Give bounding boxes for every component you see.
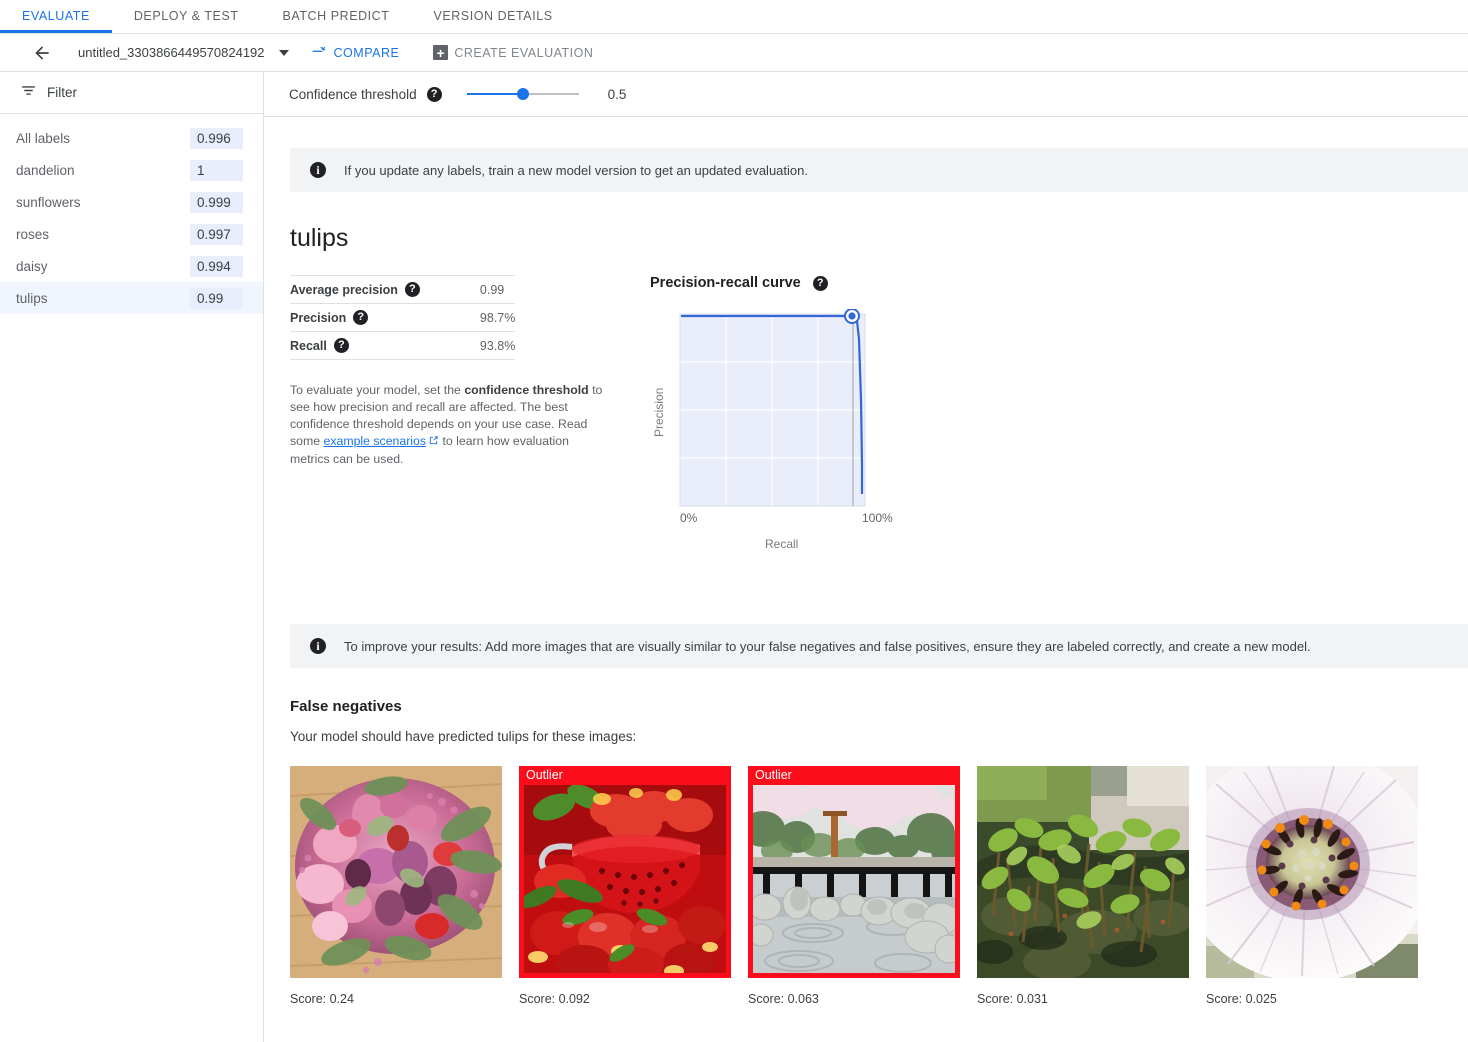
false-negatives-gallery: Score: 0.24 Outlier Score: 0.092 Outlier… bbox=[290, 766, 1468, 1006]
external-link-icon[interactable] bbox=[428, 434, 439, 451]
tab-evaluate-label: EVALUATE bbox=[22, 9, 90, 23]
help-icon[interactable]: ? bbox=[333, 338, 349, 353]
metrics-column: Average precision ? 0.99 Precision ? 98.… bbox=[290, 275, 610, 599]
thumbnail-image bbox=[977, 766, 1189, 978]
help-icon[interactable]: ? bbox=[353, 310, 369, 325]
thumbnail-score: Score: 0.031 bbox=[977, 992, 1048, 1006]
metric-label-text: Average precision bbox=[290, 282, 398, 297]
improve-results-banner-text: To improve your results: Add more images… bbox=[344, 638, 1311, 654]
list-item: Outlier bbox=[748, 766, 960, 1006]
tab-batch-predict[interactable]: BATCH PREDICT bbox=[261, 0, 412, 33]
chart-header: Precision-recall curve ? bbox=[650, 275, 930, 291]
confidence-threshold-slider[interactable] bbox=[466, 86, 579, 102]
model-name: untitled_3303866449570824192 bbox=[78, 45, 265, 60]
thumbnail-white-daisy-macro-photo[interactable] bbox=[1206, 766, 1418, 978]
tab-version-details-label: VERSION DETAILS bbox=[433, 9, 553, 23]
thumbnail-pink-tulip-bouquet-photo[interactable] bbox=[290, 766, 502, 978]
thumbnail-image bbox=[290, 766, 502, 978]
improve-results-banner: i To improve your results: Add more imag… bbox=[290, 624, 1468, 668]
create-evaluation-button[interactable]: + CREATE EVALUATION bbox=[433, 45, 593, 60]
info-icon: i bbox=[310, 162, 326, 178]
metrics-help-description: To evaluate your model, set the confiden… bbox=[290, 382, 608, 468]
confidence-threshold-bar: Confidence threshold ? 0.5 bbox=[264, 72, 1468, 117]
list-item: Score: 0.031 bbox=[977, 766, 1189, 1006]
top-tab-bar: EVALUATE DEPLOY & TEST BATCH PREDICT VER… bbox=[0, 0, 1468, 34]
metric-label-cell: Recall ? bbox=[290, 332, 420, 360]
metric-label-cell: Precision ? bbox=[290, 304, 420, 332]
confidence-threshold-label: Confidence threshold bbox=[289, 86, 417, 102]
compare-label: COMPARE bbox=[333, 45, 400, 60]
thumbnail-image bbox=[753, 785, 955, 973]
list-item: Outlier bbox=[519, 766, 731, 1006]
info-icon: i bbox=[310, 638, 326, 654]
metric-label-text: Precision bbox=[290, 310, 347, 325]
content-overlay: i If you update any labels, train a new … bbox=[0, 118, 1468, 1006]
compare-button[interactable]: COMPARE bbox=[311, 43, 400, 63]
thumbnail-strawberries-in-red-colander-photo[interactable]: Outlier bbox=[519, 766, 731, 978]
list-item: Score: 0.025 bbox=[1206, 766, 1418, 1006]
thumbnail-image bbox=[524, 785, 726, 973]
help-icon[interactable]: ? bbox=[426, 86, 442, 102]
thumbnail-score: Score: 0.24 bbox=[290, 992, 354, 1006]
precision-recall-chart: Precision-recall curve ? Precision 0% 10… bbox=[640, 275, 930, 599]
thumbnail-japanese-garden-stone-pond-photo[interactable]: Outlier bbox=[748, 766, 960, 978]
chart-x-axis-label: Recall bbox=[765, 537, 799, 551]
example-scenarios-link[interactable]: example scenarios bbox=[324, 434, 427, 448]
metric-label-text: Recall bbox=[290, 338, 327, 353]
table-row: Average precision ? 0.99 bbox=[290, 275, 516, 304]
metric-value-cell: 93.8% bbox=[479, 338, 516, 353]
thumbnail-score: Score: 0.025 bbox=[1206, 992, 1277, 1006]
slider-fill bbox=[466, 93, 523, 95]
metric-label-cell: Average precision ? bbox=[290, 276, 420, 304]
list-item: Score: 0.24 bbox=[290, 766, 502, 1006]
confidence-threshold-value: 0.5 bbox=[607, 86, 627, 102]
metric-value-cell: 98.7% bbox=[479, 310, 516, 325]
tab-evaluate[interactable]: EVALUATE bbox=[0, 0, 112, 33]
help-text-1: To evaluate your model, set the bbox=[290, 383, 465, 397]
thumbnail-green-plants-on-mossy-rock-photo[interactable] bbox=[977, 766, 1189, 978]
filter-label: Filter bbox=[47, 85, 77, 100]
compare-icon bbox=[311, 43, 328, 63]
help-bold-text: confidence threshold bbox=[464, 383, 589, 397]
table-row: Precision ? 98.7% bbox=[290, 303, 516, 332]
outlier-badge: Outlier bbox=[755, 768, 792, 782]
chart-plot-area: Precision 0% 100% Recall bbox=[640, 309, 930, 599]
arrow-left-icon[interactable] bbox=[30, 41, 54, 65]
help-icon[interactable]: ? bbox=[404, 282, 420, 297]
metrics-table: Average precision ? 0.99 Precision ? 98.… bbox=[290, 275, 516, 360]
chart-title: Precision-recall curve bbox=[650, 275, 801, 291]
chart-xtick-min: 0% bbox=[680, 511, 698, 525]
false-negatives-subtitle: Your model should have predicted tulips … bbox=[290, 729, 637, 744]
tab-version-details[interactable]: VERSION DETAILS bbox=[411, 0, 574, 33]
update-labels-banner-text: If you update any labels, train a new mo… bbox=[344, 162, 808, 178]
thumbnail-score: Score: 0.092 bbox=[519, 992, 590, 1006]
table-row: Recall ? 93.8% bbox=[290, 331, 516, 360]
metric-value-cell: 0.99 bbox=[479, 282, 505, 297]
chevron-down-icon[interactable] bbox=[278, 49, 289, 56]
false-negatives-title: False negatives bbox=[290, 698, 402, 715]
tab-deploy-test-label: DEPLOY & TEST bbox=[133, 9, 239, 23]
action-bar: untitled_3303866449570824192 COMPARE + C… bbox=[0, 34, 1468, 72]
filter-button[interactable]: Filter bbox=[0, 72, 263, 114]
page-title: tulips bbox=[290, 224, 349, 252]
outlier-badge: Outlier bbox=[526, 768, 563, 782]
update-labels-banner: i If you update any labels, train a new … bbox=[290, 148, 1468, 192]
create-evaluation-label: CREATE EVALUATION bbox=[454, 45, 594, 60]
help-icon[interactable]: ? bbox=[812, 275, 828, 291]
slider-thumb[interactable] bbox=[516, 88, 529, 100]
thumbnail-score: Score: 0.063 bbox=[748, 992, 819, 1006]
metrics-and-chart: Average precision ? 0.99 Precision ? 98.… bbox=[290, 275, 1468, 599]
tab-deploy-test[interactable]: DEPLOY & TEST bbox=[112, 0, 261, 33]
filter-icon bbox=[20, 82, 37, 104]
pr-curve-svg bbox=[679, 309, 866, 507]
chart-xtick-max: 100% bbox=[862, 511, 893, 525]
tab-batch-predict-label: BATCH PREDICT bbox=[282, 9, 390, 23]
thumbnail-image bbox=[1206, 766, 1418, 978]
plus-icon: + bbox=[433, 45, 449, 60]
